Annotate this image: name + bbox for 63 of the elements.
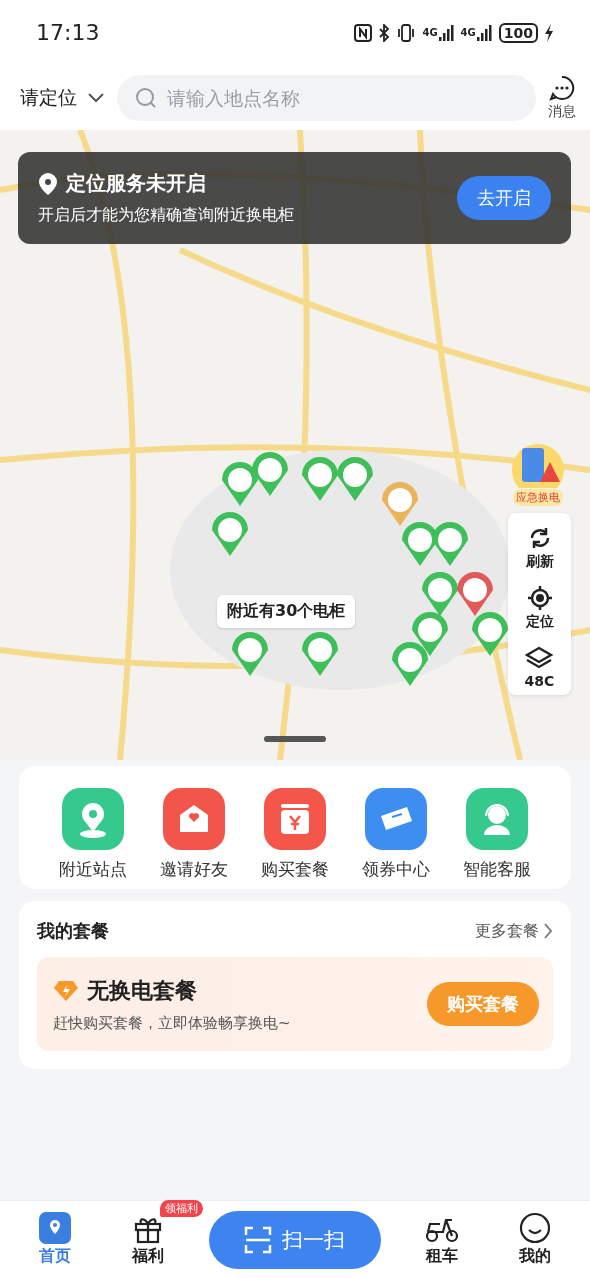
map-marker[interactable] xyxy=(472,612,508,656)
map-marker[interactable] xyxy=(392,642,428,686)
tab-item[interactable]: 我的 xyxy=(503,1212,568,1267)
locate-button[interactable]: 定位 xyxy=(525,585,554,631)
scan-icon xyxy=(244,1225,273,1254)
banner-title: 定位服务未开启 xyxy=(66,170,206,197)
map-marker[interactable] xyxy=(432,522,468,566)
shortcut-item[interactable]: 领券中心 xyxy=(346,788,446,881)
emergency-swap-label[interactable]: 应急换电 xyxy=(513,489,563,506)
status-time: 17:13 xyxy=(36,20,100,45)
shortcut-item[interactable]: 智能客服 xyxy=(447,788,547,881)
map-marker[interactable] xyxy=(212,512,248,556)
chevron-down-icon xyxy=(87,91,105,104)
battery-level: 100 xyxy=(498,22,538,43)
tab-item[interactable]: 首页 xyxy=(22,1212,87,1267)
package-text: 赶快购买套餐，立即体验畅享换电~ xyxy=(53,1013,291,1033)
diamond-icon xyxy=(53,979,79,1002)
drag-handle[interactable] xyxy=(264,736,326,742)
layers-icon xyxy=(525,645,554,671)
shortcut-item[interactable]: 购买套餐 xyxy=(245,788,345,881)
more-packages-link[interactable]: 更多套餐 xyxy=(475,920,553,942)
bluetooth-icon xyxy=(378,23,391,42)
location-selector[interactable]: 请定位 xyxy=(20,84,105,111)
package-name: 无换电套餐 xyxy=(87,976,197,1005)
search-field[interactable]: 请输入地点名称 xyxy=(117,74,536,121)
chat-icon xyxy=(549,74,575,101)
locate-icon xyxy=(526,585,553,611)
location-pin-icon xyxy=(38,171,58,196)
shortcut-item[interactable]: 邀请好友 xyxy=(144,788,244,881)
refresh-button[interactable]: 刷新 xyxy=(525,525,554,571)
map-marker[interactable] xyxy=(302,632,338,676)
home-icon xyxy=(38,1212,71,1244)
map-marker[interactable] xyxy=(302,457,338,501)
profile-icon xyxy=(519,1212,552,1244)
nearby-count-label: 附近有30个电柜 xyxy=(217,595,356,628)
signal-icon xyxy=(476,24,493,41)
nfc-icon xyxy=(354,23,373,42)
tab-badge: 领福利 xyxy=(159,1200,203,1217)
signal-icon xyxy=(438,24,455,41)
map-marker[interactable] xyxy=(382,482,418,526)
map-marker[interactable] xyxy=(252,452,288,496)
network-type: 4G xyxy=(460,27,476,38)
charging-icon xyxy=(544,23,554,42)
message-button[interactable]: 消息 xyxy=(548,74,576,121)
search-input[interactable]: 请输入地点名称 xyxy=(165,85,518,110)
map-marker[interactable] xyxy=(422,572,458,616)
chevron-right-icon xyxy=(543,922,553,940)
shortcut-item[interactable]: 附近站点 xyxy=(43,788,143,881)
map-marker[interactable] xyxy=(222,462,258,506)
section-title: 我的套餐 xyxy=(37,919,109,943)
network-type: 4G xyxy=(422,27,438,38)
search-icon xyxy=(135,86,157,109)
battery-swap-icon[interactable] xyxy=(510,442,566,488)
map-marker[interactable] xyxy=(232,632,268,676)
banner-text: 开启后才能为您精确查询附近换电柜 xyxy=(38,205,294,226)
tab-item[interactable]: 租车 xyxy=(410,1212,475,1267)
map-marker[interactable] xyxy=(457,572,493,616)
map-marker[interactable] xyxy=(337,457,373,501)
map-marker[interactable] xyxy=(402,522,438,566)
vibrate-icon xyxy=(396,23,417,42)
layers-button[interactable]: 48C xyxy=(524,645,555,689)
scan-button[interactable]: 扫一扫 xyxy=(208,1210,381,1269)
enable-button[interactable]: 去开启 xyxy=(457,176,551,220)
